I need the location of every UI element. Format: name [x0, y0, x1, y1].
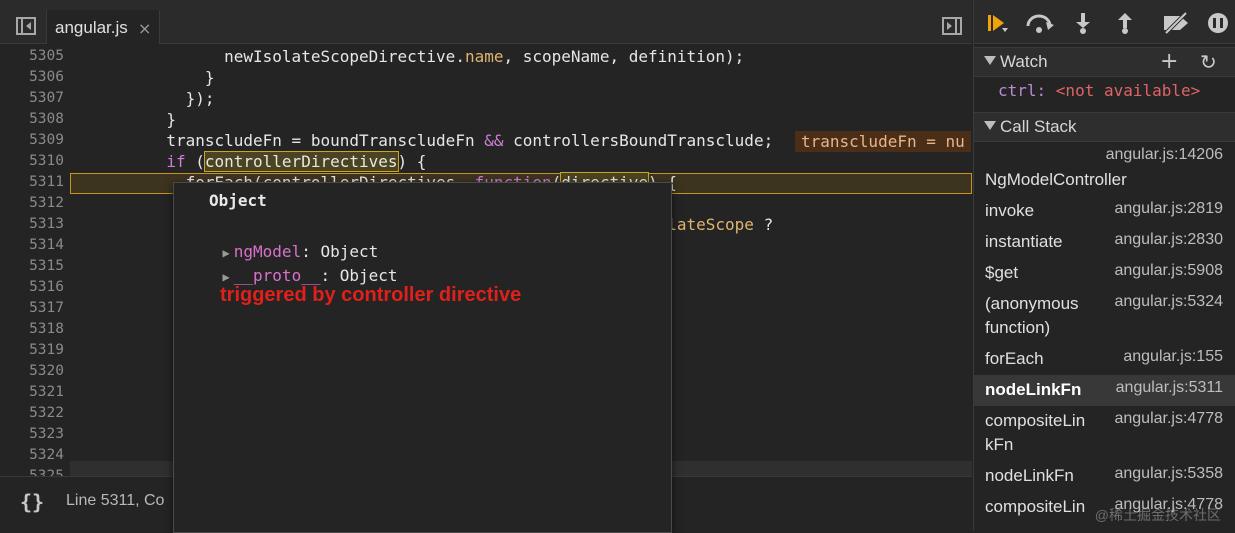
call-frame-location: angular.js:5324	[1114, 293, 1223, 310]
call-frame[interactable]: $get angular.js:5908	[974, 258, 1235, 289]
step-out-icon[interactable]	[1110, 12, 1140, 34]
pretty-print-icon[interactable]: {}	[20, 490, 44, 514]
call-frame[interactable]: forEach angular.js:155	[974, 344, 1235, 375]
line-number[interactable]: 5312	[0, 193, 64, 214]
call-frame-function: NgModelController	[985, 170, 1127, 189]
line-number[interactable]: 5313	[0, 214, 64, 235]
watermark: @稀土掘金技术社区	[1094, 507, 1221, 523]
property-key: __proto__	[233, 266, 321, 285]
line-number[interactable]: 5316	[0, 277, 64, 298]
line-number[interactable]: 5317	[0, 298, 64, 319]
watch-expression-separator: :	[1036, 81, 1056, 100]
line-number[interactable]: 5306	[0, 67, 64, 88]
line-number[interactable]: 5323	[0, 424, 64, 445]
call-frame-location: angular.js:155	[1123, 348, 1223, 365]
inline-variable-value: transcludeFn = nu	[795, 131, 971, 152]
call-frame[interactable]: instantiate angular.js:2830	[974, 227, 1235, 258]
line-number[interactable]: 5307	[0, 88, 64, 109]
call-frame-location: angular.js:2830	[1114, 231, 1223, 248]
watch-section-header[interactable]: Watch + ↻	[974, 47, 1235, 77]
popover-title: Object	[209, 191, 267, 210]
call-frame[interactable]: (anonymous function) angular.js:5324	[974, 289, 1235, 344]
call-frame-location: angular.js:5311	[1115, 379, 1223, 396]
line-number[interactable]: 5310	[0, 151, 64, 172]
call-frame-function: compositeLin	[985, 497, 1086, 516]
toggle-debugger-icon[interactable]	[942, 17, 962, 35]
resume-icon[interactable]	[982, 12, 1012, 34]
line-number[interactable]: 5311	[0, 172, 64, 193]
line-number[interactable]: 5322	[0, 403, 64, 424]
call-frame[interactable]: NgModelController	[974, 165, 1235, 196]
debugger-toolbar	[974, 0, 1235, 44]
code-line[interactable]: transcludeFn = boundTranscludeFn && cont…	[70, 130, 773, 151]
call-frame[interactable]: nodeLinkFn angular.js:5311	[974, 375, 1235, 406]
refresh-watch-button[interactable]: ↻	[1200, 50, 1217, 74]
call-frame[interactable]: invoke angular.js:2819	[974, 196, 1235, 227]
call-frame-function: forEach	[985, 349, 1044, 368]
line-number[interactable]: 5308	[0, 109, 64, 130]
tab-angular-js[interactable]: angular.js ×	[46, 10, 160, 44]
call-frame-function: $get	[985, 263, 1019, 282]
close-icon[interactable]: ×	[138, 19, 151, 38]
call-stack-section-header[interactable]: Call Stack	[974, 112, 1235, 142]
call-frame[interactable]: compositeLin kFn angular.js:4778	[974, 406, 1235, 461]
toggle-navigator-icon[interactable]	[16, 17, 36, 35]
watch-title: Watch	[1000, 52, 1048, 71]
line-number[interactable]: 5315	[0, 256, 64, 277]
line-number[interactable]: 5309	[0, 130, 64, 151]
step-into-icon[interactable]	[1068, 12, 1098, 34]
step-over-icon[interactable]	[1024, 12, 1054, 34]
call-frame[interactable]: angular.js:14206	[974, 143, 1235, 165]
call-frame-location: angular.js:5908	[1114, 262, 1223, 279]
watch-expression[interactable]: ctrl: <not available>	[998, 81, 1200, 100]
collapse-triangle-icon[interactable]	[984, 121, 996, 130]
watch-expression-value: <not available>	[1055, 81, 1201, 100]
tab-label: angular.js	[55, 18, 128, 37]
line-number[interactable]: 5320	[0, 361, 64, 382]
watch-expression-name: ctrl	[998, 81, 1037, 100]
line-number[interactable]: 5314	[0, 235, 64, 256]
call-frame-function: compositeLin kFn	[985, 411, 1086, 454]
call-frame-location: angular.js:14206	[1105, 146, 1223, 163]
line-number[interactable]: 5318	[0, 319, 64, 340]
debugger-sidebar: Watch + ↻ ctrl: <not available> Call Sta…	[973, 0, 1235, 531]
call-frame-function: (anonymous function)	[985, 294, 1079, 337]
line-number[interactable]: 5321	[0, 382, 64, 403]
line-number-gutter[interactable]: 5305 5306 5307 5308 5309 5310 5311 5312 5313 5314…	[0, 46, 70, 484]
deactivate-breakpoints-icon[interactable]	[1160, 12, 1190, 34]
line-number[interactable]: 5324	[0, 445, 64, 466]
property-value: : Object	[320, 266, 398, 285]
call-frame-function: nodeLinkFn	[985, 466, 1074, 485]
collapse-triangle-icon[interactable]	[984, 56, 996, 65]
expand-triangle-icon[interactable]: ▶	[223, 270, 230, 284]
call-frame-function: nodeLinkFn	[985, 380, 1082, 399]
call-frame-location: angular.js:5358	[1114, 465, 1223, 482]
call-stack-title: Call Stack	[1000, 117, 1077, 136]
call-frame[interactable]: nodeLinkFn angular.js:5358	[974, 461, 1235, 492]
pause-on-exceptions-icon[interactable]	[1204, 12, 1234, 34]
code-line[interactable]: newIsolateScopeDirective.name, scopeName…	[70, 46, 744, 67]
call-frame-function: instantiate	[985, 232, 1063, 251]
cursor-position: Line 5311, Co	[66, 492, 165, 509]
code-line[interactable]: if (controllerDirectives) {	[70, 151, 426, 172]
call-frame-function: invoke	[985, 201, 1035, 220]
call-frame-location: angular.js:2819	[1114, 200, 1223, 217]
code-line[interactable]: });	[70, 88, 215, 109]
call-frame-location: angular.js:4778	[1114, 410, 1223, 427]
line-number[interactable]: 5305	[0, 46, 64, 67]
annotation-text: triggered by controller directive	[220, 284, 522, 306]
code-line[interactable]: }	[70, 67, 215, 88]
add-watch-button[interactable]: +	[1160, 49, 1178, 74]
editor-tab-bar: angular.js ×	[0, 0, 972, 44]
line-number[interactable]: 5319	[0, 340, 64, 361]
code-line[interactable]: }	[70, 109, 176, 130]
object-preview-popover: Object ▶ ngModel: Object ▶ __proto__: Obje…	[173, 182, 672, 533]
